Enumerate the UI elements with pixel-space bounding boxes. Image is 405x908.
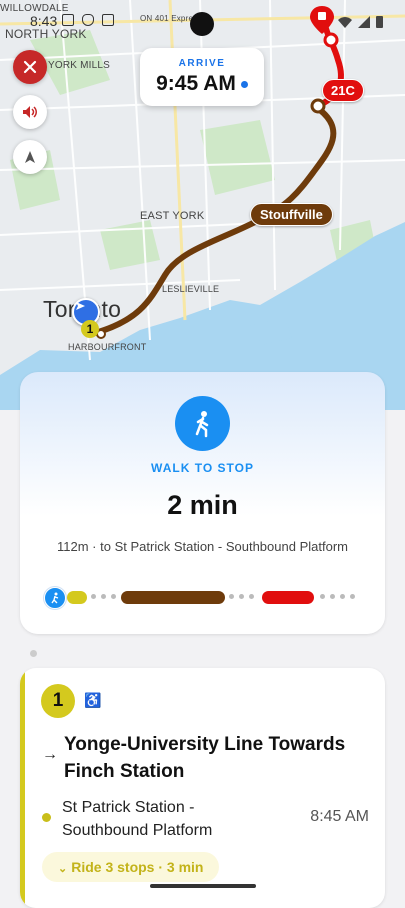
chevron-down-icon: ⌄	[58, 863, 68, 875]
arrive-time-value: 9:45 AM	[156, 72, 236, 95]
progress-segment-yellow	[67, 591, 87, 604]
walk-label: WALK TO STOP	[151, 461, 254, 475]
connector-dot	[30, 650, 37, 657]
progress-segment-red	[262, 591, 314, 604]
status-icons-left	[62, 14, 114, 26]
speaker-icon	[23, 106, 37, 118]
battery-icon	[376, 16, 383, 28]
progress-walk-icon	[44, 587, 66, 609]
walk-to-stop-card[interactable]: WALK TO STOP 2 min 112m · to St Patrick …	[20, 372, 385, 634]
route-label-stouffville: Stouffville	[250, 203, 333, 226]
sound-button[interactable]	[13, 95, 47, 129]
status-icons-right	[338, 16, 383, 28]
progress-dot	[340, 594, 345, 599]
live-indicator-icon	[240, 80, 248, 88]
bus-notification-icon	[62, 14, 74, 26]
progress-dot	[239, 594, 244, 599]
shield-icon	[82, 14, 94, 26]
route-start-badge-label: 1	[86, 322, 94, 336]
arrive-time: 9:45 AM	[140, 72, 264, 96]
progress-dot	[350, 594, 355, 599]
progress-dot	[91, 594, 96, 599]
camera-cutout	[190, 12, 214, 36]
walk-description: 112m · to St Patrick Station - Southboun…	[57, 539, 348, 554]
trip-progress-bar	[40, 587, 370, 609]
map-label-harbourfront: HARBOURFRONT	[68, 342, 147, 352]
arrival-time-box[interactable]: ARRIVE 9:45 AM	[140, 48, 264, 106]
line-color-stripe	[20, 668, 25, 908]
walking-person-icon	[195, 410, 208, 437]
map-label-east-york: EAST YORK	[140, 210, 205, 222]
boarding-stop-name: St Patrick Station - Southbound Platform	[62, 799, 213, 839]
wifi-icon	[338, 17, 352, 28]
progress-dot	[249, 594, 254, 599]
boarding-stop-time: 8:45 AM	[310, 808, 369, 825]
line-badge: 1	[41, 684, 75, 718]
progress-segment-brown	[121, 591, 225, 604]
progress-dot	[320, 594, 325, 599]
app-notification-icon	[102, 14, 114, 26]
walk-icon-circle	[175, 396, 230, 451]
close-icon	[23, 60, 37, 74]
home-indicator[interactable]	[150, 884, 256, 888]
map-label-leslieville: LESLIEVILLE	[162, 284, 220, 294]
map-label-york-mills: YORK MILLS	[48, 60, 111, 71]
stop-dot-icon	[42, 813, 51, 822]
transit-step-card[interactable]: 1 ♿ → Yonge-University Line Towards Finc…	[20, 668, 385, 908]
status-time: 8:43	[30, 13, 58, 29]
route-label-bus: 21C	[322, 79, 364, 102]
line-direction: Yonge-University Line Towards Finch Stat…	[64, 734, 346, 782]
progress-dot	[229, 594, 234, 599]
route-start-badge: 1	[81, 320, 99, 338]
progress-dot	[330, 594, 335, 599]
arrive-label: ARRIVE	[178, 58, 226, 69]
ride-stops-toggle[interactable]: ⌄ Ride 3 stops · 3 min	[42, 852, 220, 882]
close-button[interactable]	[13, 50, 47, 84]
signal-icon	[358, 16, 370, 28]
navigation-button[interactable]	[13, 140, 47, 174]
walk-minutes: 2 min	[167, 490, 238, 520]
wheelchair-accessible-icon: ♿	[84, 692, 102, 708]
progress-dot	[111, 594, 116, 599]
navigation-icon	[25, 151, 35, 163]
arrow-right-icon: →	[42, 746, 58, 763]
ride-stops-label: Ride 3 stops · 3 min	[71, 859, 204, 875]
progress-dot	[101, 594, 106, 599]
